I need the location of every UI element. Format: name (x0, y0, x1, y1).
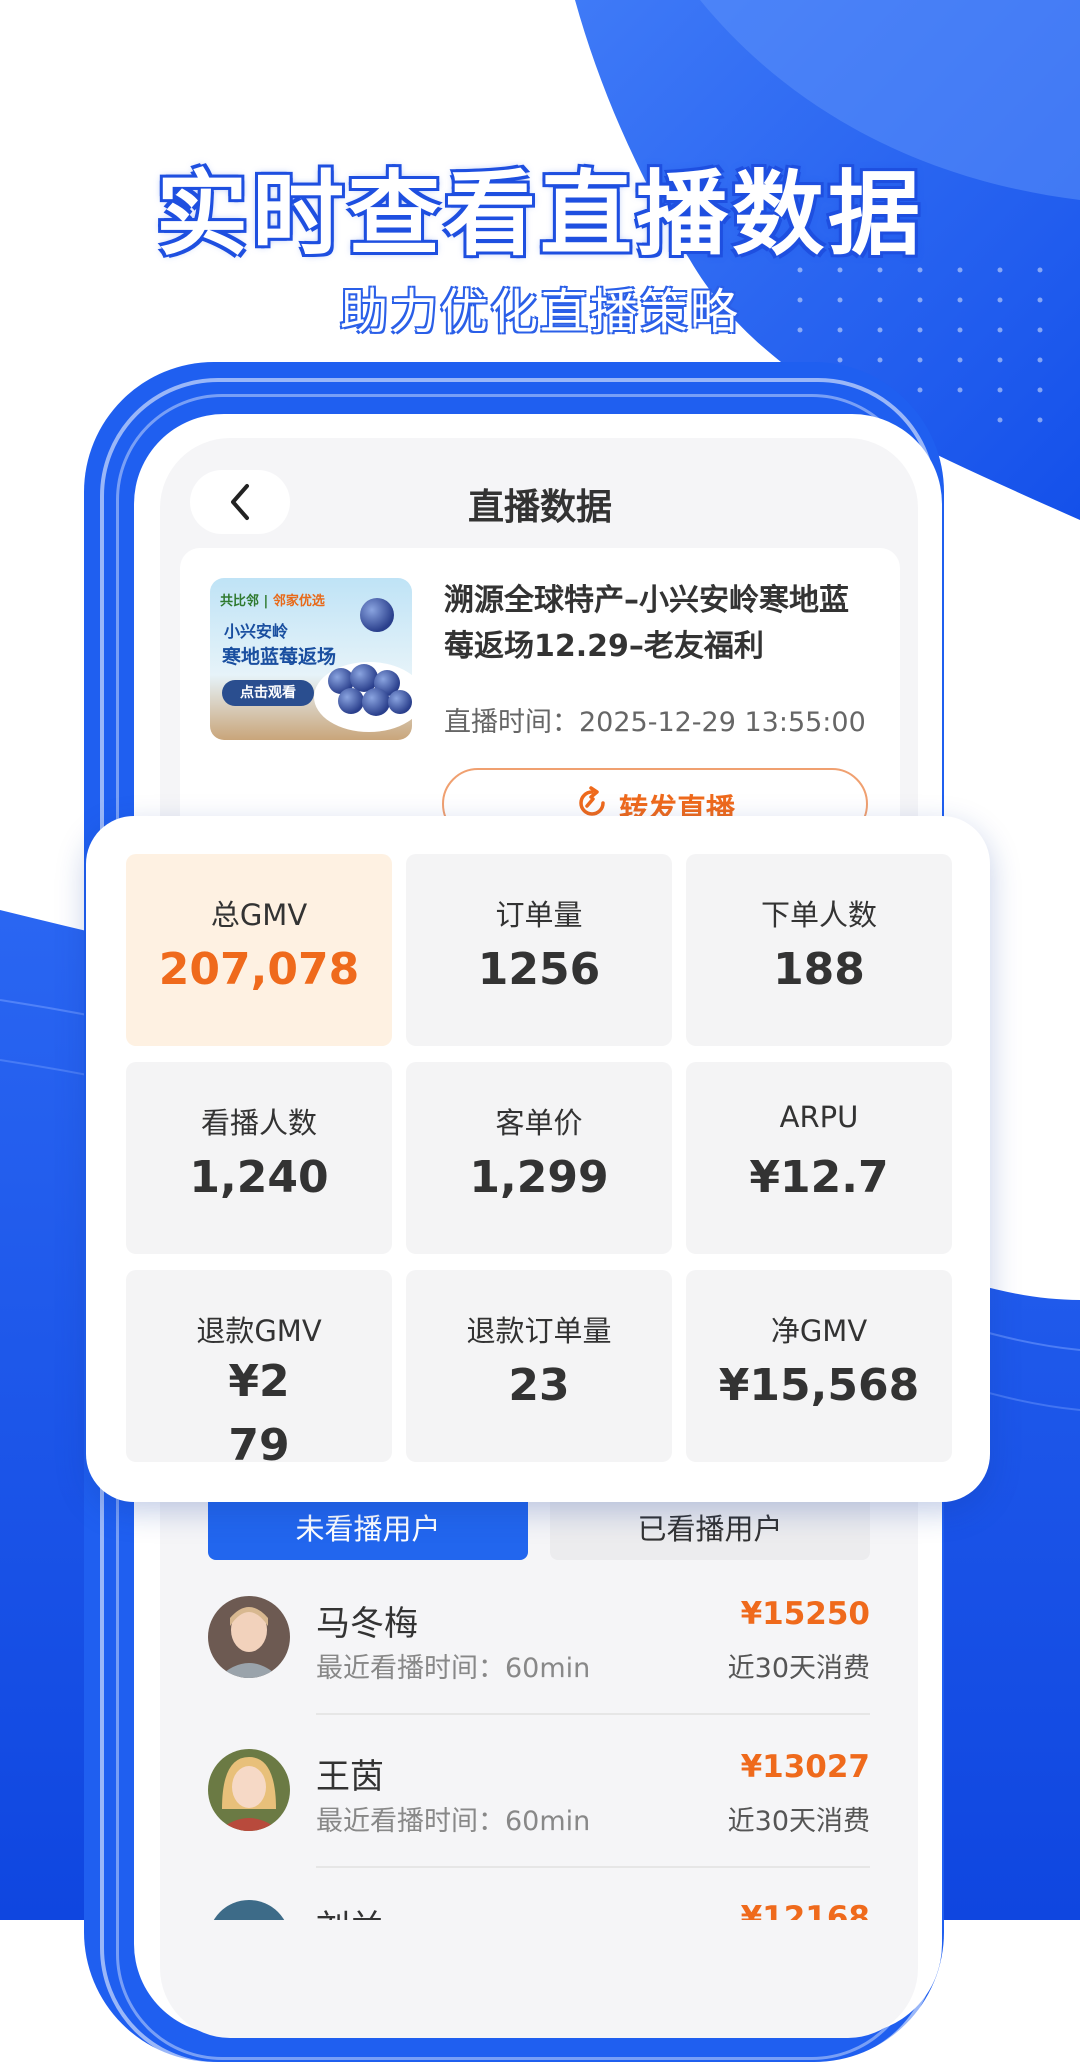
stats-card: 总GMV 207,078 订单量 1256 下单人数 188 看播人数 1,24… (86, 816, 990, 1502)
hero-title: 实时查看直播数据 (155, 161, 924, 268)
share-refresh-icon (579, 786, 605, 816)
tab-watched[interactable]: 已看播用户 (550, 1502, 870, 1560)
hero-subtitle: 助力优化直播策略 (339, 284, 740, 340)
stat-net-gmv: 净GMV ¥15,568 (686, 1270, 952, 1462)
tab-not-watched[interactable]: 未看播用户 (208, 1502, 528, 1560)
stat-value: ¥12.7 (749, 1152, 889, 1203)
list-item[interactable]: 王茵 最近看播时间：60min ¥13027 近30天消费 (208, 1749, 870, 1869)
stat-value: ¥15,568 (718, 1360, 920, 1411)
thumbnail-brand: 共比邻 | 邻家优选 (220, 594, 325, 609)
stat-buyer-count: 下单人数 188 (686, 854, 952, 1046)
divider (316, 1866, 870, 1868)
stat-refund-order-count: 退款订单量 23 (406, 1270, 672, 1462)
avatar (208, 1749, 290, 1831)
stat-avg-order-value: 客单价 1,299 (406, 1062, 672, 1254)
divider (316, 1713, 870, 1715)
stat-value: 1,240 (189, 1152, 329, 1203)
stat-label: 净GMV (770, 1314, 868, 1348)
stat-label: 看播人数 (200, 1106, 317, 1140)
stat-value: 23 (508, 1360, 570, 1411)
live-time: 直播时间：2025-12-29 13:55:00 (444, 707, 866, 738)
thumbnail-line2: 寒地蓝莓返场 (222, 646, 337, 668)
stat-value: 1,299 (469, 1152, 609, 1203)
stat-label: 下单人数 (760, 898, 877, 932)
live-title: 溯源全球特产–小兴安岭寒地蓝莓返场12.29–老友福利 (444, 583, 849, 664)
user-spend-amount: ¥15250 (740, 1596, 870, 1632)
stat-refund-gmv: 退款GMV ¥279 (126, 1270, 392, 1471)
thumbnail-brand-tag: 邻家优选 (272, 594, 325, 609)
stat-order-count: 订单量 1256 (406, 854, 672, 1046)
user-spend-amount: ¥13027 (740, 1749, 870, 1785)
list-item[interactable]: 刘兰 ¥12168 (208, 1900, 870, 1920)
user-last-watch: 最近看播时间：60min (316, 1653, 591, 1684)
user-spend-label: 近30天消费 (727, 1806, 870, 1837)
user-name: 马冬梅 (316, 1604, 418, 1644)
thumbnail-watch-button: 点击观看 (222, 680, 314, 706)
stat-total-gmv: 总GMV 207,078 (126, 854, 392, 1046)
user-name: 刘兰 (316, 1900, 384, 1920)
stat-label: 客单价 (495, 1106, 583, 1140)
blueberry-image (360, 598, 394, 632)
list-item[interactable]: 马冬梅 最近看播时间：60min ¥15250 近30天消费 (208, 1596, 870, 1716)
stat-label: ARPU (779, 1100, 859, 1134)
stat-value: 207,078 (158, 944, 360, 995)
stat-value: 188 (773, 944, 865, 995)
page-title: 直播数据 (467, 487, 612, 528)
chevron-left-icon (231, 484, 249, 520)
thumbnail-brand-name: 共比邻 (220, 594, 260, 609)
user-last-watch: 最近看播时间：60min (316, 1806, 591, 1837)
user-spend-label: 近30天消费 (727, 1653, 870, 1684)
live-thumbnail[interactable]: 共比邻 | 邻家优选 小兴安岭 寒地蓝莓返场 点击观看 (210, 578, 412, 740)
blueberry-bowl-image (314, 662, 412, 732)
avatar (208, 1900, 290, 1920)
thumbnail-line1: 小兴安岭 (224, 622, 289, 641)
stat-label: 退款GMV (196, 1314, 322, 1348)
stat-arpu: ARPU ¥12.7 (686, 1062, 952, 1254)
avatar (208, 1596, 290, 1678)
stat-value: 1256 (477, 944, 601, 995)
stat-label: 退款订单量 (466, 1314, 612, 1348)
user-name: 王茵 (316, 1757, 384, 1797)
stat-viewer-count: 看播人数 1,240 (126, 1062, 392, 1254)
stat-label: 订单量 (495, 898, 583, 932)
back-button[interactable] (190, 470, 290, 534)
stat-value: ¥279 (228, 1356, 290, 1471)
stat-label: 总GMV (210, 898, 308, 932)
user-spend-amount: ¥12168 (740, 1900, 870, 1920)
